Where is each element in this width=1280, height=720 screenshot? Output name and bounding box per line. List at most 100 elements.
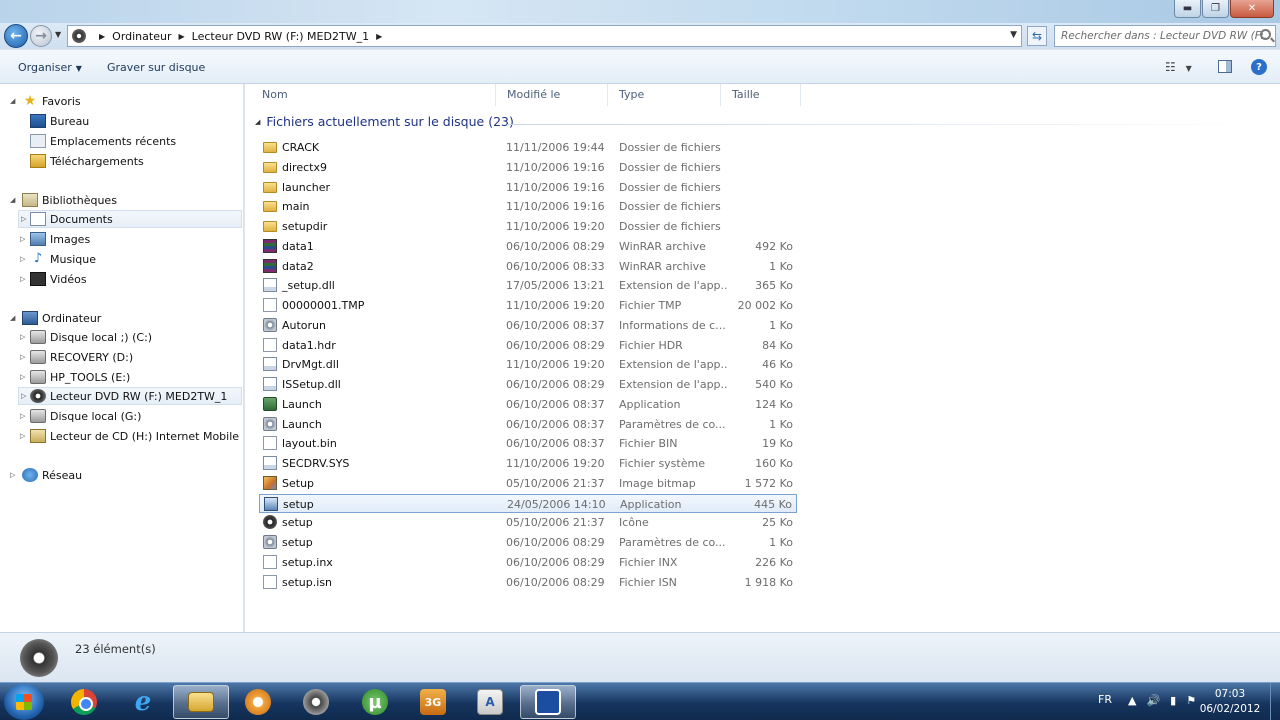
group-header[interactable]: ◢ Fichiers actuellement sur le disque (2… [255,114,514,129]
collapse-icon[interactable]: ◢ [255,118,260,126]
sidebar-item-libraries[interactable]: ◢ Bibliothèques [10,191,117,209]
sidebar-item-drive-c[interactable]: ▷ Disque local ;) (C:) [18,328,152,346]
expand-icon[interactable]: ▷ [20,353,28,361]
taskbar-windows-explorer[interactable] [173,685,229,719]
expand-icon[interactable]: ▷ [20,275,28,283]
column-header-modified[interactable]: Modifié le [507,88,560,101]
expand-icon[interactable]: ▷ [20,432,28,440]
sidebar-item-drive-h[interactable]: ▷ Lecteur de CD (H:) Internet Mobile [18,427,239,445]
file-row[interactable]: main 11/10/2006 19:16 Dossier de fichiers [259,197,797,216]
forward-button[interactable]: → [30,25,52,47]
collapse-icon[interactable]: ◢ [10,314,18,322]
address-bar[interactable]: ▶ Ordinateur ▶ Lecteur DVD RW (F:) MED2T… [67,25,1022,47]
taskbar-chrome[interactable] [56,685,112,719]
sidebar-item-drive-e[interactable]: ▷ HP_TOOLS (E:) [18,368,130,386]
start-button[interactable] [4,684,44,720]
expand-icon[interactable]: ▷ [10,471,18,479]
file-row[interactable]: DrvMgt.dll 11/10/2006 19:20 Extension de l… [259,355,797,374]
breadcrumb-separator[interactable]: ▶ [376,32,382,41]
sidebar-item-drive-g[interactable]: ▷ Disque local (G:) [18,407,141,425]
sidebar-item-favorites[interactable]: ◢ ★ Favoris [10,92,81,110]
language-indicator[interactable]: FR [1098,693,1112,706]
taskbar-internet-explorer[interactable]: e [115,685,171,719]
file-row[interactable]: 00000001.TMP 11/10/2006 19:20 Fichier TMP 2… [259,296,797,315]
file-row[interactable]: setup.inx 06/10/2006 08:29 Fichier INX 226 … [259,553,797,572]
change-view-button[interactable]: ☷ ▼ [1165,60,1192,74]
file-row[interactable]: setup 05/10/2006 21:37 Icône 25 Ko [259,513,797,532]
sidebar-item-videos[interactable]: ▷ Vidéos [18,270,87,288]
show-desktop-button[interactable] [1270,683,1280,720]
file-row[interactable]: layout.bin 06/10/2006 08:37 Fichier BIN 19 … [259,434,797,453]
organize-button[interactable]: Organiser ▼ [18,61,82,74]
address-dropdown-icon[interactable]: ▼ [1010,30,1017,40]
sidebar-item-downloads[interactable]: Téléchargements [30,152,144,170]
sidebar-item-images[interactable]: ▷ Images [18,230,90,248]
column-header-size[interactable]: Taille [732,88,760,101]
expand-icon[interactable]: ▷ [20,412,28,420]
sidebar-item-network[interactable]: ▷ Réseau [10,466,82,484]
show-hidden-icons-icon[interactable]: ▲ [1128,694,1136,707]
file-row[interactable]: setupdir 11/10/2006 19:20 Dossier de fichi… [259,217,797,236]
expand-icon[interactable]: ▷ [20,373,28,381]
volume-icon[interactable]: 🔊 [1146,694,1160,707]
file-row[interactable]: SECDRV.SYS 11/10/2006 19:20 Fichier systèm… [259,454,797,473]
taskbar-app[interactable] [520,685,576,719]
clock[interactable]: 07:03 06/02/2012 [1195,687,1265,717]
taskbar-media-player[interactable] [230,685,286,719]
close-button[interactable]: ✕ [1230,0,1274,18]
breadcrumb-dvd-drive[interactable]: Lecteur DVD RW (F:) MED2TW_1 [192,30,369,43]
sidebar-item-desktop[interactable]: Bureau [30,112,89,130]
file-row[interactable]: ISSetup.dll 06/10/2006 08:29 Extension de … [259,375,797,394]
file-row[interactable]: data1.hdr 06/10/2006 08:29 Fichier HDR 84 K… [259,336,797,355]
column-divider[interactable] [495,84,496,106]
column-divider[interactable] [720,84,721,106]
expand-icon[interactable]: ▷ [21,392,29,400]
file-row[interactable]: directx9 11/10/2006 19:16 Dossier de fichi… [259,158,797,177]
sidebar-item-drive-d[interactable]: ▷ RECOVERY (D:) [18,348,133,366]
sidebar-item-computer[interactable]: ◢ Ordinateur [10,309,101,327]
file-row[interactable]: data2 06/10/2006 08:33 WinRAR archive 1 Ko [259,257,797,276]
sidebar-item-documents[interactable]: ▷ Documents [18,210,242,228]
breadcrumb-separator[interactable]: ▶ [178,32,184,41]
expand-icon[interactable]: ▷ [20,255,28,263]
maximize-button[interactable]: ❐ [1202,0,1229,18]
collapse-icon[interactable]: ◢ [10,196,18,204]
sidebar-item-music[interactable]: ▷ ♪ Musique [18,250,96,268]
network-status-icon[interactable]: ▮ [1170,694,1176,707]
column-header-type[interactable]: Type [619,88,644,101]
file-row[interactable]: setup 24/05/2006 14:10 Application 445 Ko [259,493,797,513]
sidebar-item-recent-places[interactable]: Emplacements récents [30,132,176,150]
column-header-name[interactable]: Nom [262,88,288,101]
file-row[interactable]: launcher 11/10/2006 19:16 Dossier de fichi… [259,178,797,197]
collapse-icon[interactable]: ◢ [10,97,18,105]
column-divider[interactable] [800,84,801,106]
expand-icon[interactable]: ▷ [20,235,28,243]
file-row[interactable]: _setup.dll 17/05/2006 13:21 Extension de l… [259,276,797,295]
minimize-button[interactable]: ▬ [1174,0,1201,18]
refresh-button[interactable]: ⇆ [1027,26,1047,46]
taskbar-utorrent[interactable]: µ [347,685,403,719]
file-row[interactable]: data1 06/10/2006 08:29 WinRAR archive 492 K… [259,237,797,256]
column-divider[interactable] [607,84,608,106]
taskbar-document[interactable]: A [462,685,518,719]
file-row[interactable]: Setup 05/10/2006 21:37 Image bitmap 1 572 K… [259,474,797,493]
preview-pane-icon[interactable] [1218,60,1232,73]
taskbar-dvd-drive[interactable] [288,685,344,719]
file-row[interactable]: Autorun 06/10/2006 08:37 Informations de c… [259,316,797,335]
file-row[interactable]: setup 06/10/2006 08:29 Paramètres de co...… [259,533,797,552]
recent-pages-dropdown[interactable]: ▼ [55,30,61,39]
expand-icon[interactable]: ▷ [20,333,28,341]
file-row[interactable]: Launch 06/10/2006 08:37 Application 124 Ko [259,395,797,414]
search-input[interactable]: Rechercher dans : Lecteur DVD RW (F:... [1054,25,1276,47]
file-row[interactable]: CRACK 11/11/2006 19:44 Dossier de fichiers [259,138,797,157]
file-row[interactable]: setup.isn 06/10/2006 08:29 Fichier ISN 1 91… [259,573,797,592]
back-button[interactable]: ← [4,24,28,48]
sidebar-item-drive-f[interactable]: ▷ Lecteur DVD RW (F:) MED2TW_1 [18,387,242,405]
burn-to-disc-button[interactable]: Graver sur disque [107,61,205,74]
expand-icon[interactable]: ▷ [21,215,29,223]
breadcrumb-separator[interactable]: ▶ [99,32,105,41]
file-row[interactable]: Launch 06/10/2006 08:37 Paramètres de co..… [259,415,797,434]
breadcrumb-computer[interactable]: Ordinateur [112,30,171,43]
help-icon[interactable]: ? [1251,59,1267,75]
taskbar-3g-manager[interactable]: 3G [405,685,461,719]
